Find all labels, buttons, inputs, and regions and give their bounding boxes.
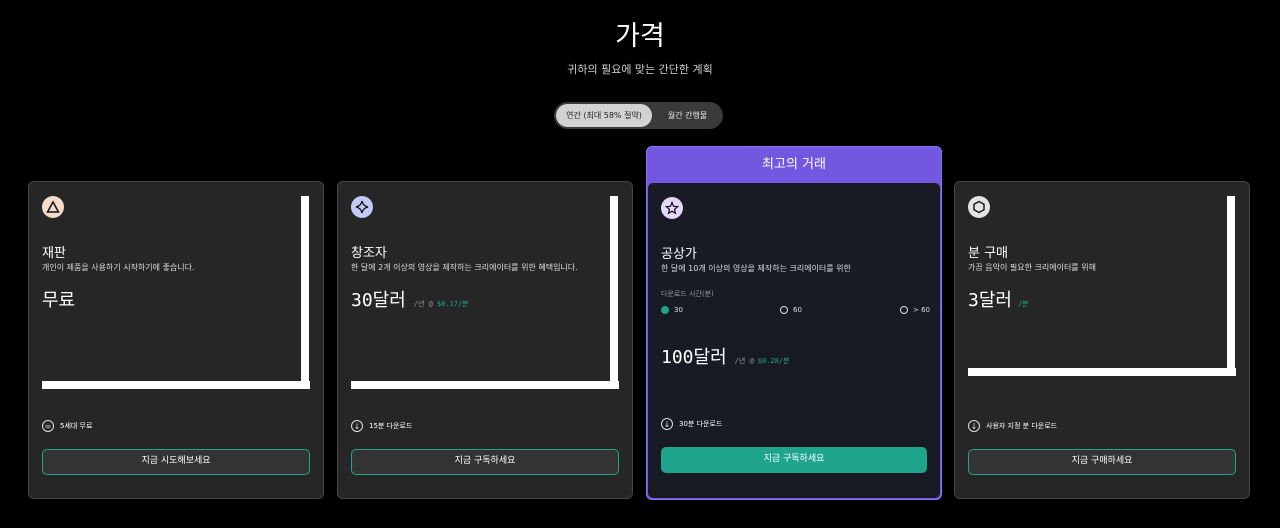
scroll-area[interactable]: [42, 196, 310, 389]
price-unit: /년 @: [734, 357, 754, 365]
plan-card-creator: 창조자 한 달에 2개 이상의 영상을 제작하는 크리에이터를 위한 혜택입니다…: [337, 181, 633, 499]
plan-card-body: 공상가 한 달에 10개 이상의 영상을 제작하는 크리에이터를 위한 다운로드…: [648, 183, 940, 498]
horizontal-scrollbar[interactable]: [351, 381, 619, 389]
feature-text: 사용자 지정 분 다운로드: [986, 422, 1058, 430]
infinity-icon: ∞: [42, 420, 54, 432]
option-label: 30: [674, 306, 683, 314]
plan-feature: ∞ 5세대 무료: [42, 420, 92, 432]
horizontal-scrollbar[interactable]: [968, 368, 1236, 376]
plan-price: 100달러 /년 @ $0.28/분: [661, 343, 789, 369]
billing-toggle[interactable]: 연간 (최대 58% 절약) 월간 간행물: [554, 102, 723, 129]
star-icon: [661, 197, 683, 219]
plan-card-buy-minutes: 분 구매 가끔 음악이 필요한 크리에이터를 위해 3달러 /분 ↓ 사용자 지…: [954, 181, 1250, 499]
plan-name: 공상가: [661, 247, 697, 262]
billing-annual-option[interactable]: 연간 (최대 58% 절약): [556, 104, 652, 127]
try-now-button[interactable]: 지금 시도해보세요: [42, 449, 310, 475]
page-subtitle: 귀하의 필요에 맞는 간단한 계획: [567, 63, 713, 76]
price-rate: $0.28/분: [757, 357, 790, 365]
radio-icon: [780, 306, 788, 314]
download-icon: ↓: [351, 420, 363, 432]
subscribe-now-button[interactable]: 지금 구독하세요: [351, 449, 619, 475]
vertical-scrollbar[interactable]: [301, 196, 309, 381]
option-label: > 60: [913, 306, 930, 314]
plan-feature: ↓ 15분 다운로드: [351, 420, 412, 432]
vertical-scrollbar[interactable]: [1227, 196, 1235, 368]
feature-text: 15분 다운로드: [369, 422, 413, 430]
pricing-page: 가격 귀하의 필요에 맞는 간단한 계획 연간 (최대 58% 절약) 월간 간…: [0, 0, 1280, 528]
download-icon: ↓: [661, 418, 673, 430]
feature-text: 30분 다운로드: [679, 420, 723, 428]
horizontal-scrollbar[interactable]: [42, 381, 310, 389]
option-30-radio[interactable]: 30: [661, 306, 683, 314]
best-deal-banner: 최고의 거래: [762, 157, 826, 172]
scroll-area[interactable]: [351, 196, 619, 389]
scroll-area[interactable]: [968, 196, 1236, 376]
radio-selected-icon: [661, 306, 669, 314]
feature-text: 5세대 무료: [60, 422, 93, 430]
plan-card-dreamer: 최고의 거래 공상가 한 달에 10개 이상의 영상을 제작하는 크리에이터를 …: [646, 146, 942, 500]
buy-now-button[interactable]: 지금 구매하세요: [968, 449, 1236, 475]
plan-feature: ↓ 사용자 지정 분 다운로드: [968, 420, 1057, 432]
radio-icon: [900, 306, 908, 314]
download-minutes-label: 다운로드 시간(분): [661, 290, 714, 298]
option-over-60-radio[interactable]: > 60: [900, 306, 930, 314]
plan-feature: ↓ 30분 다운로드: [661, 418, 722, 430]
vertical-scrollbar[interactable]: [610, 196, 618, 381]
option-label: 60: [793, 306, 802, 314]
download-icon: ↓: [968, 420, 980, 432]
option-60-radio[interactable]: 60: [780, 306, 802, 314]
plan-card-trial: 재판 개인이 제품을 사용하기 시작하기에 좋습니다. 무료 ∞ 5세대 무료 …: [28, 181, 324, 499]
subscribe-now-button[interactable]: 지금 구독하세요: [661, 447, 927, 473]
plan-description: 한 달에 10개 이상의 영상을 제작하는 크리에이터를 위한: [661, 264, 851, 273]
page-title: 가격: [615, 21, 665, 52]
price-value: 100달러: [661, 347, 727, 368]
billing-monthly-option[interactable]: 월간 간행물: [654, 104, 721, 127]
